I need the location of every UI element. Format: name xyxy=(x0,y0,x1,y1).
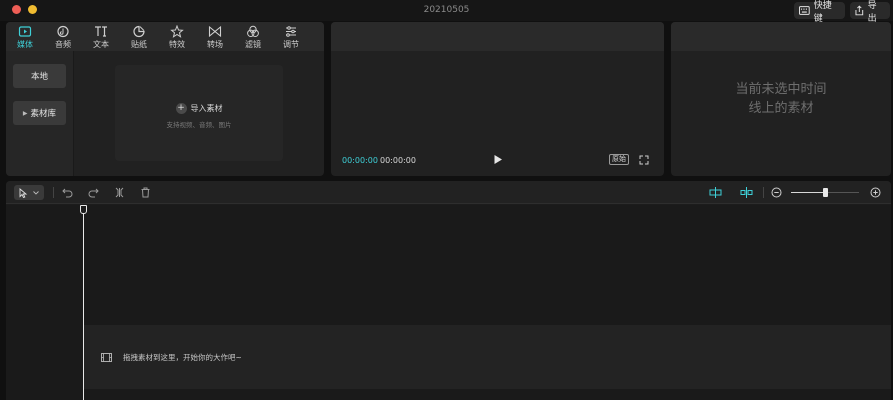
player-header xyxy=(331,22,664,51)
zoom-out-icon[interactable] xyxy=(771,187,782,198)
tab-audio-label: 音频 xyxy=(55,40,71,49)
zoom-slider-handle[interactable] xyxy=(823,188,828,197)
tab-media[interactable]: 媒体 xyxy=(8,25,42,50)
transition-icon xyxy=(208,25,222,38)
toolbar-divider xyxy=(763,187,764,198)
tab-sticker[interactable]: 贴纸 xyxy=(122,25,156,50)
filter-icon xyxy=(247,25,259,38)
undo-icon[interactable] xyxy=(62,187,73,198)
tab-audio[interactable]: 音频 xyxy=(46,25,80,50)
title-bar: 20210505 快捷键 导出 xyxy=(0,0,893,24)
text-icon xyxy=(95,26,107,37)
adjust-icon xyxy=(286,26,296,37)
player-panel: 00:00:00 00:00:00 原始 xyxy=(331,22,664,176)
playhead-handle[interactable] xyxy=(80,205,87,214)
import-media-area[interactable]: + 导入素材 支持视频、音频、图片 xyxy=(115,65,283,161)
import-subtitle: 支持视频、音频、图片 xyxy=(166,121,232,129)
tab-media-label: 媒体 xyxy=(17,40,33,49)
no-selection-line-2: 线上的素材 xyxy=(748,101,814,116)
tab-sticker-label: 贴纸 xyxy=(131,40,147,49)
select-tool-dropdown[interactable] xyxy=(14,185,44,200)
split-icon[interactable] xyxy=(114,187,125,198)
tab-adjust-label: 调节 xyxy=(283,40,299,49)
current-time: 00:00:00 xyxy=(342,156,378,165)
sidebar-item-local[interactable]: 本地 xyxy=(13,64,66,88)
plus-icon: + xyxy=(175,103,187,114)
timeline-tracks xyxy=(6,205,891,400)
tab-effects-label: 特效 xyxy=(169,40,185,49)
total-time: 00:00:00 xyxy=(380,156,416,165)
tab-text[interactable]: 文本 xyxy=(84,25,118,50)
shortcut-label: 快捷键 xyxy=(813,0,832,24)
audio-icon xyxy=(57,25,69,38)
cursor-icon xyxy=(19,188,28,198)
sidebar-item-library[interactable]: ▶ 素材库 xyxy=(13,101,66,125)
tab-filter[interactable]: 滤镜 xyxy=(236,25,270,50)
media-sidebar: 本地 ▶ 素材库 xyxy=(6,51,74,176)
drop-hint-text: 拖拽素材到这里，开始你的大作吧~ xyxy=(123,353,242,362)
magnet-snap-icon[interactable] xyxy=(709,187,722,198)
zoom-slider-fill xyxy=(791,192,825,193)
original-ratio-button[interactable]: 原始 xyxy=(609,154,629,165)
redo-icon[interactable] xyxy=(88,187,99,198)
tab-transition[interactable]: 转场 xyxy=(198,25,232,50)
film-icon xyxy=(101,353,112,362)
sidebar-item-local-label: 本地 xyxy=(30,72,48,82)
export-label: 导出 xyxy=(867,0,877,24)
attributes-panel: 当前未选中时间 线上的素材 xyxy=(671,22,891,176)
media-tabs: 媒体 音频 文本 贴纸 特效 转场 滤镜 调节 xyxy=(6,22,324,51)
media-panel: 媒体 音频 文本 贴纸 特效 转场 滤镜 调节 本地 ▶ 素材库 + 导入素材 … xyxy=(6,22,324,176)
effects-icon xyxy=(170,25,184,38)
delete-icon[interactable] xyxy=(140,187,151,198)
timeline-panel: 拖拽素材到这里，开始你的大作吧~ xyxy=(6,181,891,400)
chevron-down-icon xyxy=(33,191,39,195)
zoom-in-icon[interactable] xyxy=(870,187,881,198)
toolbar-divider xyxy=(53,187,54,198)
tab-adjust[interactable]: 调节 xyxy=(274,25,308,50)
timeline-toolbar xyxy=(6,181,891,204)
shortcut-button[interactable]: 快捷键 xyxy=(794,1,845,24)
media-icon xyxy=(18,26,32,37)
no-selection-line-1: 当前未选中时间 xyxy=(735,82,827,97)
export-button[interactable]: 导出 xyxy=(850,1,890,24)
caret-right-icon: ▶ xyxy=(22,109,28,117)
linkage-icon[interactable] xyxy=(740,187,753,198)
attributes-header xyxy=(671,22,891,51)
play-icon[interactable] xyxy=(493,154,503,165)
import-title-row: + 导入素材 xyxy=(115,103,283,114)
export-icon xyxy=(855,5,864,16)
sticker-icon xyxy=(133,25,145,38)
playhead-line[interactable] xyxy=(83,209,84,400)
keyboard-icon xyxy=(799,6,810,15)
tab-text-label: 文本 xyxy=(93,40,109,49)
fullscreen-icon[interactable] xyxy=(639,155,649,165)
tab-filter-label: 滤镜 xyxy=(245,40,261,49)
no-selection-message: 当前未选中时间 线上的素材 xyxy=(671,80,891,118)
tab-effects[interactable]: 特效 xyxy=(160,25,194,50)
window-title: 20210505 xyxy=(423,5,470,15)
sidebar-item-library-label: 素材库 xyxy=(30,109,57,119)
import-title: 导入素材 xyxy=(190,104,223,113)
tab-transition-label: 转场 xyxy=(207,40,223,49)
